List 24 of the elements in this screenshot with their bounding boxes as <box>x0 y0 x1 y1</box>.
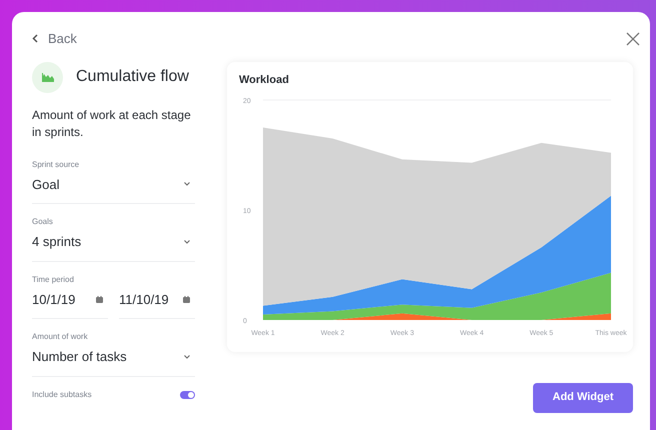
chevron-down-icon <box>184 354 190 359</box>
date-field[interactable]: 11/10/19 <box>119 290 195 319</box>
widget-title: Cumulative flow <box>76 67 189 87</box>
add-widget-button[interactable]: Add Widget <box>533 382 633 412</box>
chevron-left-icon <box>32 34 38 44</box>
field-label: Include subtasks <box>32 388 92 400</box>
chart-icon <box>32 62 63 92</box>
field-label: Time period <box>32 274 75 286</box>
calendar-icon <box>183 296 190 303</box>
chevron-down-icon <box>184 240 190 244</box>
select-field[interactable]: 4 sprints <box>32 232 195 262</box>
select-field[interactable]: Goal <box>32 174 195 204</box>
field-label: Amount of work <box>32 331 89 343</box>
chevron-down-icon <box>184 182 190 186</box>
select-field[interactable]: Number of tasks <box>32 347 195 376</box>
field-label: Sprint source <box>32 158 80 170</box>
chart-title: Workload <box>238 72 290 88</box>
widget-description: Amount of work at each stage in sprints. <box>32 106 192 140</box>
calendar-icon <box>96 296 103 303</box>
back-button[interactable]: Back <box>32 29 77 48</box>
toggle-switch[interactable] <box>180 390 195 398</box>
date-field[interactable]: 10/1/19 <box>32 290 108 319</box>
close-icon[interactable] <box>626 32 640 46</box>
field-label: Goals <box>32 216 54 228</box>
